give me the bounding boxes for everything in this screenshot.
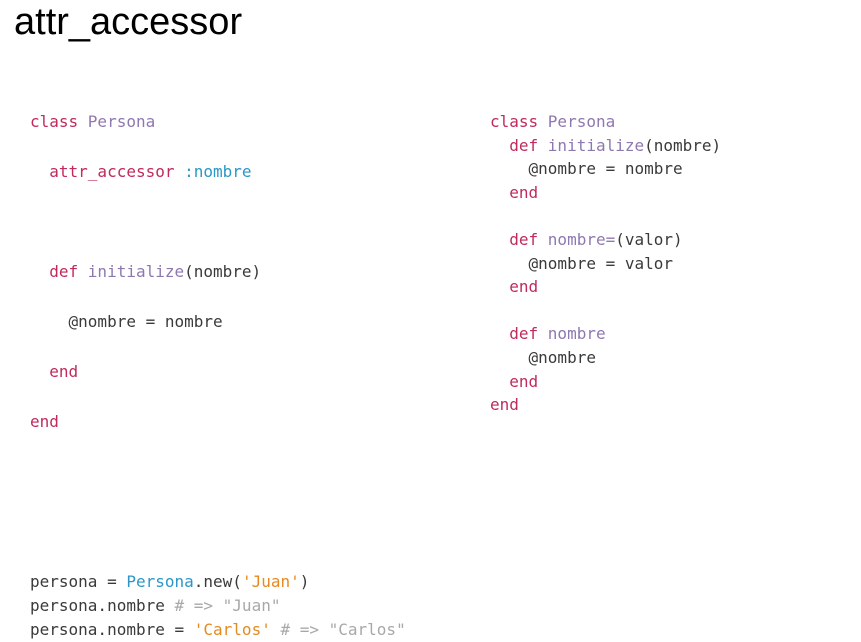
code-token: Persona: [547, 112, 616, 131]
code-token: # => "Carlos": [280, 620, 406, 639]
code-token: @nombre = nombre: [30, 312, 223, 331]
code-line: end: [490, 275, 721, 299]
code-token: end: [509, 182, 539, 202]
code-line: end: [30, 360, 261, 410]
code-line: persona = Persona.new('Juan'): [30, 570, 406, 594]
code-token: @nombre: [490, 347, 596, 367]
code-token: initialize: [87, 262, 185, 281]
code-line: persona.nombre # => "Juan": [30, 594, 406, 618]
code-line: @nombre = nombre: [30, 310, 261, 360]
code-token: (nombre): [184, 262, 262, 281]
code-token: end: [30, 412, 59, 431]
code-block-attr-accessor: class Persona attr_accessor :nombre def …: [30, 110, 261, 460]
code-token: class: [30, 112, 88, 131]
code-token: Persona: [126, 572, 194, 591]
code-token: def: [509, 324, 548, 344]
code-token: nombre=: [547, 229, 616, 249]
code-token: :nombre: [184, 162, 252, 181]
code-line: end: [490, 370, 721, 394]
code-line: end: [30, 410, 261, 460]
code-token: @nombre = nombre: [490, 159, 683, 179]
code-token: end: [490, 395, 519, 415]
code-line: class Persona: [30, 110, 261, 160]
code-token: def: [509, 135, 548, 155]
code-block-manual-accessors: class Persona def initialize(nombre) @no…: [490, 110, 721, 417]
code-token: persona.nombre: [30, 596, 175, 615]
code-line: end: [490, 181, 721, 205]
code-line: @nombre: [490, 346, 721, 370]
code-line: persona.nombre = 'Carlos' # => "Carlos": [30, 618, 406, 642]
code-token: initialize: [547, 135, 645, 155]
code-line: @nombre = nombre: [490, 157, 721, 181]
code-line: class Persona: [490, 110, 721, 134]
code-line: def initialize(nombre): [490, 134, 721, 158]
code-line: end: [490, 393, 721, 417]
code-token: persona =: [30, 572, 127, 591]
code-token: def: [509, 229, 548, 249]
code-token: nombre: [547, 324, 606, 344]
code-block-usage-example: persona = Persona.new('Juan') persona.nom…: [30, 570, 406, 642]
code-token: 'Carlos': [193, 620, 271, 639]
code-token: # => "Juan": [174, 596, 281, 615]
code-line: attr_accessor :nombre: [30, 160, 261, 210]
code-token: end: [509, 371, 539, 391]
code-token: 'Juan': [241, 572, 300, 591]
code-token: Persona: [87, 112, 156, 131]
code-token: persona.nombre =: [30, 620, 194, 639]
code-token: attr_accessor: [49, 162, 185, 181]
code-token: (valor): [615, 229, 683, 249]
code-line: def initialize(nombre): [30, 260, 261, 310]
code-token: ): [299, 572, 310, 591]
code-line: def nombre=(valor): [490, 228, 721, 252]
code-token: .new(: [193, 572, 242, 591]
code-line: @nombre = valor: [490, 252, 721, 276]
code-token: class: [490, 112, 548, 131]
code-token: end: [509, 277, 539, 297]
slide-title: attr_accessor: [14, 1, 243, 43]
code-token: end: [49, 362, 79, 381]
code-token: @nombre = valor: [490, 253, 674, 273]
code-line: def nombre: [490, 322, 721, 346]
code-token: def: [49, 262, 88, 281]
code-token: (nombre): [644, 135, 722, 155]
